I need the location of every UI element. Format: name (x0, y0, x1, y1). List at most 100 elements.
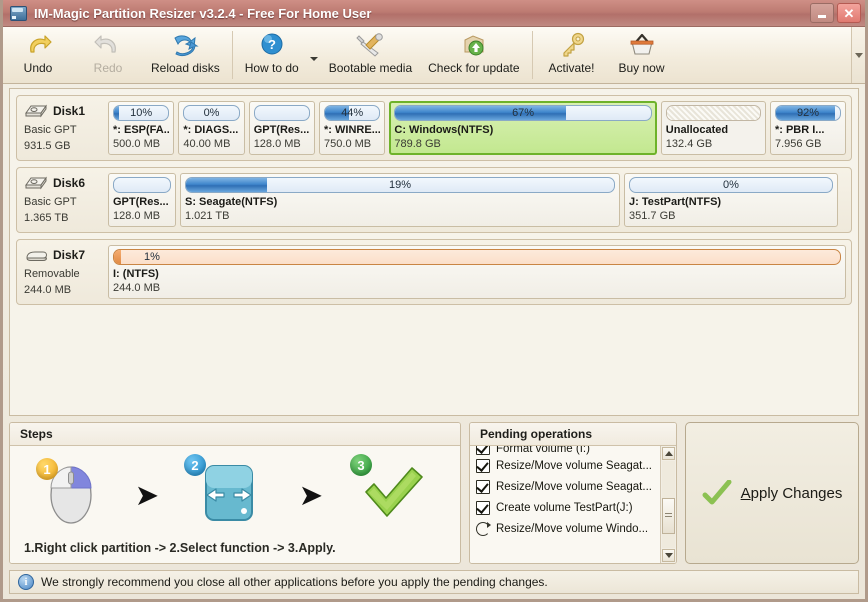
close-icon: ✕ (844, 7, 855, 20)
reload-disks-icon (169, 30, 201, 60)
list-item[interactable]: Resize/Move volume Seagat... (476, 476, 658, 497)
bottom-panels: Steps 1 ➤ (9, 422, 859, 564)
disk1-capacity: 931.5 GB (24, 139, 108, 154)
toolbar-bootable-media-button[interactable]: Bootable media (321, 27, 420, 83)
partition-usage-bar: 10% (113, 105, 169, 121)
steps-caption: 1.Right click partition -> 2.Select func… (18, 539, 452, 557)
list-item[interactable]: Create volume TestPart(J:) (476, 497, 658, 518)
usage-percent: 67% (395, 106, 650, 120)
svg-text:?: ? (268, 37, 276, 52)
partition-i-removable[interactable]: 1% I: (NTFS) 244.0 MB (108, 245, 846, 299)
partition-size: 128.0 MB (254, 138, 310, 150)
usage-percent: 10% (114, 106, 168, 120)
checkbox-checked-icon[interactable] (476, 480, 490, 494)
window-controls: ✕ (810, 3, 861, 23)
window-title: IM-Magic Partition Resizer v3.2.4 - Free… (34, 6, 371, 21)
pending-operations-list[interactable]: Format volume (I:) Resize/Move volume Se… (470, 446, 660, 563)
unallocated-hatch (667, 106, 760, 120)
pending-operations-panel: Pending operations Format volume (I:) Re… (469, 422, 677, 564)
disk-row-disk7[interactable]: Disk7 Removable 244.0 MB 1% I: (NTFS) 24… (16, 239, 852, 305)
minimize-button[interactable] (810, 3, 834, 23)
step-2-badge: 2 (184, 454, 206, 476)
partition-pbr-image[interactable]: 92% *: PBR I... 7.956 GB (770, 101, 846, 155)
partition-usage-bar: 44% (324, 105, 380, 121)
operation-text: Resize/Move volume Seagat... (496, 481, 652, 493)
step-3-badge: 3 (350, 454, 372, 476)
toolbar-overflow-button[interactable] (851, 27, 865, 83)
list-item[interactable]: Format volume (I:) (476, 446, 658, 455)
chevron-down-icon (310, 57, 318, 61)
partition-c-windows[interactable]: 67% C: Windows(NTFS) 789.8 GB (389, 101, 656, 155)
disk1-type: Basic GPT (24, 123, 108, 138)
steps-panel-body: 1 ➤ 2 (10, 446, 460, 563)
toolbar-buy-now-button[interactable]: Buy now (607, 27, 677, 83)
toolbar-reload-disks-label: Reload disks (151, 61, 220, 75)
partition-label: *: PBR I... (775, 124, 841, 136)
partition-label: I: (NTFS) (113, 268, 841, 280)
disk7-partitions: 1% I: (NTFS) 244.0 MB (108, 245, 846, 299)
close-button[interactable]: ✕ (837, 3, 861, 23)
toolbar-reload-disks-button[interactable]: Reload disks (143, 27, 228, 83)
toolbar-redo-label: Redo (94, 61, 123, 75)
scrollbar-thumb[interactable] (662, 498, 675, 534)
step-1-badge: 1 (36, 458, 58, 480)
step-3: 3 (358, 462, 428, 527)
partition-unallocated[interactable]: Unallocated 132.4 GB (661, 101, 766, 155)
toolbar-separator-1 (232, 31, 233, 79)
how-to-do-dropdown-button[interactable] (307, 27, 321, 83)
apply-changes-button[interactable]: Apply Changes (685, 422, 859, 564)
scrollbar-track[interactable] (662, 461, 675, 548)
pending-operations-scrollbar[interactable] (660, 446, 676, 563)
disk-row-disk1[interactable]: Disk1 Basic GPT 931.5 GB 10% *: ESP(FA..… (16, 95, 852, 161)
checkbox-checked-icon[interactable] (476, 459, 490, 473)
partition-gpt-reserved-disk6[interactable]: GPT(Res... 128.0 MB (108, 173, 176, 227)
toolbar-check-for-update-button[interactable]: Check for update (420, 27, 527, 83)
partition-usage-bar: 0% (183, 105, 239, 121)
partition-label: C: Windows(NTFS) (394, 124, 651, 136)
partition-diags[interactable]: 0% *: DIAGS... 40.00 MB (178, 101, 244, 155)
partition-j-testpart[interactable]: 0% J: TestPart(NTFS) 351.7 GB (624, 173, 838, 227)
list-item[interactable]: Resize/Move volume Seagat... (476, 455, 658, 476)
usage-percent (114, 178, 170, 192)
partition-usage-bar (113, 177, 171, 193)
checkbox-checked-icon[interactable] (476, 501, 490, 515)
toolbar-check-for-update-label: Check for update (428, 61, 519, 75)
help-question-icon: ? (258, 30, 286, 60)
checkbox-checked-icon[interactable] (476, 446, 490, 455)
disk6-partitions: GPT(Res... 128.0 MB 19% S: Seagate(NTFS)… (108, 173, 846, 227)
partition-label: J: TestPart(NTFS) (629, 196, 833, 208)
partition-winre[interactable]: 44% *: WINRE... 750.0 MB (319, 101, 385, 155)
partition-gpt-reserved-disk1[interactable]: GPT(Res... 128.0 MB (249, 101, 315, 155)
undo-arrow-icon (23, 30, 53, 60)
partition-size: 789.8 GB (394, 138, 651, 150)
status-bar: i We strongly recommend you close all ot… (9, 570, 859, 594)
toolbar-activate-button[interactable]: Activate! (537, 27, 607, 83)
usage-percent: 19% (186, 178, 614, 192)
wrench-screwdriver-icon (354, 30, 386, 60)
step-1: 1 (42, 460, 100, 529)
key-icon (557, 30, 587, 60)
disk6-name: Disk6 (53, 176, 85, 190)
apply-label-rest: pply Changes (751, 485, 843, 502)
toolbar-how-to-do-label: How to do (245, 61, 299, 75)
toolbar-how-to-do-button[interactable]: ? How to do (237, 27, 307, 83)
disk7-info: Disk7 Removable 244.0 MB (22, 245, 108, 299)
status-bar-text: We strongly recommend you close all othe… (41, 575, 548, 589)
steps-panel-title: Steps (10, 423, 460, 446)
operation-text: Resize/Move volume Seagat... (496, 460, 652, 472)
partition-s-seagate[interactable]: 19% S: Seagate(NTFS) 1.021 TB (180, 173, 620, 227)
title-bar: IM-Magic Partition Resizer v3.2.4 - Free… (3, 0, 865, 27)
green-check-icon (702, 480, 732, 506)
scroll-up-button[interactable] (662, 447, 675, 460)
partition-esp[interactable]: 10% *: ESP(FA... 500.0 MB (108, 101, 174, 155)
scroll-down-button[interactable] (662, 549, 675, 562)
usage-percent: 0% (184, 106, 238, 120)
toolbar-undo-label: Undo (24, 61, 53, 75)
disk-row-disk6[interactable]: Disk6 Basic GPT 1.365 TB GPT(Res... 128.… (16, 167, 852, 233)
toolbar-redo-button[interactable]: Redo (73, 27, 143, 83)
partition-size: 128.0 MB (113, 210, 171, 222)
list-item[interactable]: Resize/Move volume Windo... (476, 518, 658, 539)
step-2: 2 (194, 460, 264, 529)
toolbar-undo-button[interactable]: Undo (3, 27, 73, 83)
info-icon: i (18, 574, 34, 590)
